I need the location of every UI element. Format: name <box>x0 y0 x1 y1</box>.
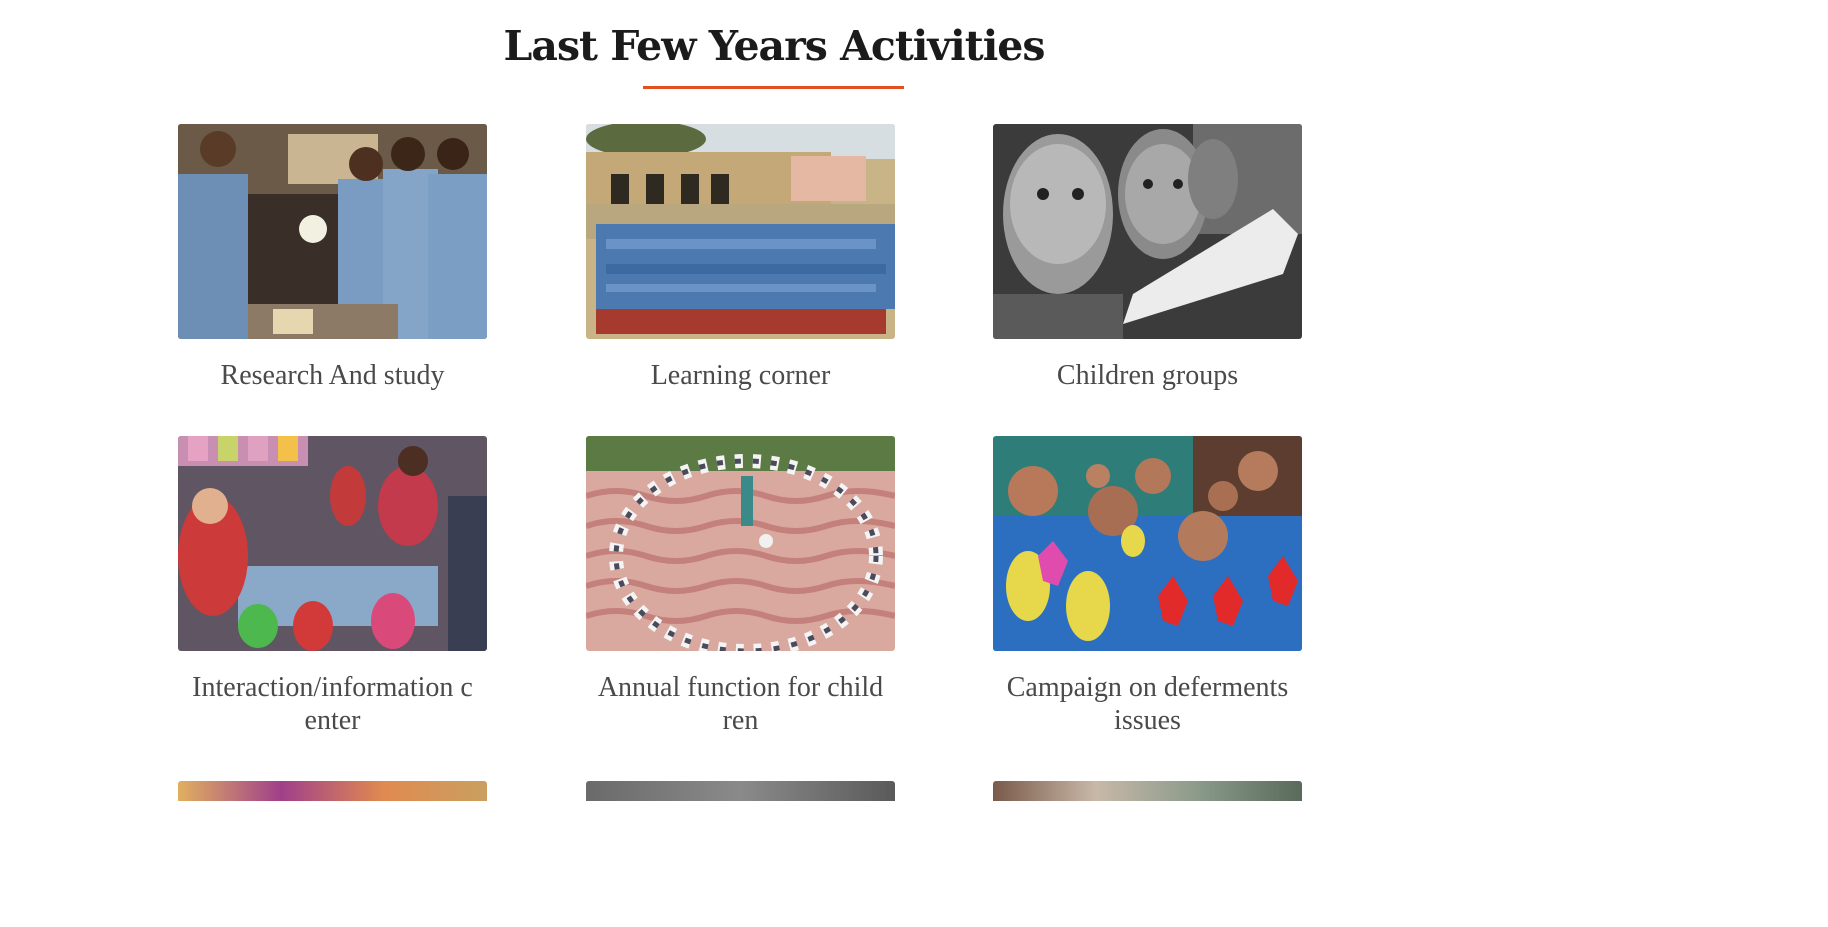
activity-card-research[interactable]: Research And study <box>178 124 487 392</box>
activity-caption: Children groups <box>1056 360 1239 391</box>
activity-photo-learning[interactable] <box>586 124 895 339</box>
activity-caption: Campaign on deferments issues <box>1006 672 1289 736</box>
activity-card-interaction[interactable]: Interaction/information center <box>178 436 487 737</box>
activity-photo-campaign[interactable] <box>993 436 1302 651</box>
activity-caption: Annual function for children <box>597 672 884 736</box>
activity-photo-annual-function[interactable] <box>586 436 895 651</box>
activity-caption: Learning corner <box>650 360 831 391</box>
activity-photo-partial-1[interactable] <box>178 781 487 801</box>
activity-photo-partial-3[interactable] <box>993 781 1302 801</box>
activity-card-campaign[interactable]: Campaign on deferments issues <box>993 436 1302 737</box>
activity-card-annual-function[interactable]: Annual function for children <box>586 436 895 737</box>
activity-photo-children-groups[interactable] <box>993 124 1302 339</box>
title-underline <box>643 86 904 89</box>
activity-caption: Research And study <box>220 360 445 391</box>
activity-photo-research[interactable] <box>178 124 487 339</box>
activity-card-learning[interactable]: Learning corner <box>586 124 895 392</box>
activity-photo-interaction[interactable] <box>178 436 487 651</box>
activity-caption: Interaction/information center <box>192 672 473 736</box>
activity-card-children-groups[interactable]: Children groups <box>993 124 1302 392</box>
activity-photo-partial-2[interactable] <box>586 781 895 801</box>
section-title: Last Few Years Activities <box>503 22 1046 70</box>
